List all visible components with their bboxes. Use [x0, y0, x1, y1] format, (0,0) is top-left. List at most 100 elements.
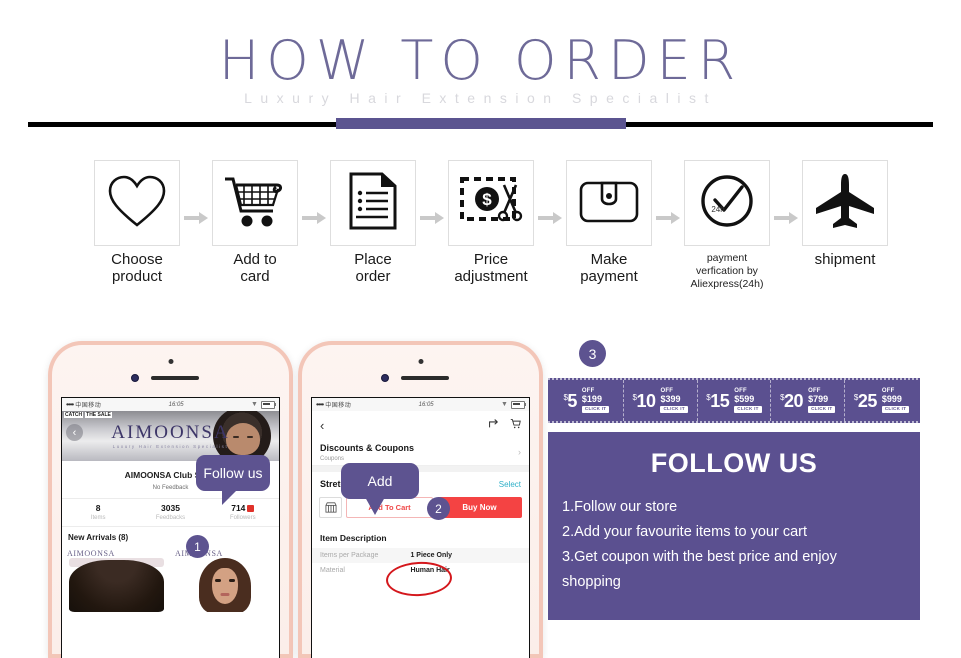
phone-mockup-product: •••• 中国移动 16:05 ▼ ‹ Discounts & Coupons …	[298, 341, 543, 658]
cart-icon[interactable]	[510, 416, 521, 434]
store-brand-name: AIMOONSA	[111, 422, 230, 443]
coupon-click-button[interactable]: CLICK IT	[808, 406, 836, 413]
step-add-to-card: Add to card	[210, 160, 300, 286]
select-link[interactable]: Select	[499, 480, 521, 489]
step-label: Place order	[354, 251, 392, 285]
coupon-strip: $5 OFF $199 CLICK IT $10 OFF $399 CLICK …	[548, 378, 920, 423]
product-card[interactable]: AIMOONSA	[171, 546, 278, 612]
discounts-subtitle: Coupons	[320, 456, 345, 462]
discounts-title: Discounts & Coupons	[320, 443, 414, 453]
stat-value: 8	[95, 503, 101, 513]
chevron-right-icon: ›	[518, 447, 521, 457]
coupon-item[interactable]: $15 OFF $599 CLICK IT	[698, 380, 772, 421]
product-image-hair	[69, 560, 164, 612]
product-grid: AIMOONSA AIMOONSA	[62, 546, 279, 612]
cart-icon	[223, 173, 287, 234]
phone-camera-icon	[130, 374, 139, 382]
phone-speaker-icon	[150, 376, 199, 380]
arrow-icon	[300, 160, 328, 246]
statusbar-left: •••• 中国移动	[316, 400, 351, 409]
price-cut-icon: $	[459, 173, 523, 234]
share-icon[interactable]	[488, 416, 499, 434]
arrow-icon	[182, 160, 210, 246]
coupon-min-spend: $199	[581, 394, 602, 405]
phone-b-statusbar: •••• 中国移动 16:05 ▼	[312, 398, 529, 411]
svg-text:24h: 24h	[711, 205, 724, 214]
phone-sensor-icon	[168, 359, 173, 364]
store-brand-tagline: Luxury Hair Extension Specialist	[112, 444, 229, 449]
step-label: shipment	[814, 251, 876, 268]
order-steps: Choose product Add to card Place order $…	[92, 160, 892, 300]
stat-feedbacks[interactable]: 3035 Feedbacks	[134, 503, 206, 521]
purchase-actions: Add To Cart Buy Now	[312, 493, 529, 526]
coupon-min-spend: $799	[808, 394, 829, 405]
step-price-adjustment: $ Price adjustment	[446, 160, 536, 286]
clock-label: 16:05	[168, 401, 184, 408]
store-banner: CATCH THE SALE ‹ AIMOONSA Luxury Hair Ex…	[62, 411, 279, 461]
phone-b-screen: •••• 中国移动 16:05 ▼ ‹ Discounts & Coupons …	[312, 398, 529, 658]
coupon-amount: $5	[563, 390, 577, 411]
step-place-order: Place order	[328, 160, 418, 286]
step-icon-box	[330, 160, 416, 246]
phone-mockup-store: •••• 中国移动 16:05 ▼ CATCH THE SALE ‹ AIMOO…	[48, 341, 293, 658]
follow-plus-icon[interactable]	[247, 505, 255, 513]
stat-items[interactable]: 8 Items	[62, 503, 134, 521]
step-label: Choose product	[111, 251, 163, 285]
discounts-row[interactable]: Discounts & Coupons Coupons ›	[312, 437, 529, 466]
coupon-item[interactable]: $5 OFF $199 CLICK IT	[550, 380, 624, 421]
coupon-click-button[interactable]: CLICK IT	[734, 406, 762, 413]
coupon-click-button[interactable]: CLICK IT	[660, 406, 688, 413]
arrow-icon	[772, 160, 800, 246]
store-stats: 8 Items 3035 Feedbacks 714 Followers	[62, 498, 279, 527]
follow-us-step: 3.Get coupon with the best price and enj…	[562, 548, 837, 565]
banner-tag-1: CATCH	[64, 412, 84, 418]
carrier-label: 中国移动	[325, 403, 352, 409]
product-watermark: AIMOONSA	[67, 549, 115, 558]
step-icon-box	[212, 160, 298, 246]
banner-tag-2: THE SALE	[85, 412, 112, 418]
coupon-item[interactable]: $20 OFF $799 CLICK IT	[771, 380, 846, 421]
arrow-icon	[418, 160, 446, 246]
new-arrivals-heading: New Arrivals (8)	[68, 533, 129, 542]
coupon-min-spend: $599	[734, 394, 755, 405]
step-icon-box	[94, 160, 180, 246]
stat-value: 714	[207, 503, 279, 513]
step-payment-verification: 24h payment verfication by Aliexpress(24…	[682, 160, 772, 290]
coupon-click-button[interactable]: CLICK IT	[581, 406, 610, 413]
coupon-amount: $25	[853, 390, 877, 411]
navbar-actions	[488, 416, 521, 434]
store-icon[interactable]	[319, 497, 342, 518]
banner-model-face	[226, 423, 260, 455]
product-card[interactable]: AIMOONSA	[63, 546, 170, 612]
step-label: Make payment	[580, 251, 638, 285]
spec-row: Material Human Hair	[312, 563, 529, 578]
follow-us-step: shopping	[562, 573, 621, 590]
coupon-details: OFF $399 CLICK IT	[660, 388, 688, 413]
coupon-click-button[interactable]: CLICK IT	[881, 406, 910, 413]
step-label: payment verfication by Aliexpress(24h)	[690, 252, 764, 290]
step-label: Add to card	[233, 251, 277, 285]
coupon-dash-bottom	[548, 421, 920, 423]
spec-key: Material	[320, 567, 345, 574]
back-button[interactable]: ‹	[66, 424, 83, 441]
step-label: Price adjustment	[454, 251, 528, 285]
coupon-details: OFF $999 CLICK IT	[881, 388, 910, 413]
step-badge-2: 2	[427, 497, 450, 520]
stat-label: Items	[90, 515, 106, 521]
product-navbar: ‹	[312, 411, 529, 437]
stat-label: Followers	[229, 515, 256, 521]
phone-a-screen: •••• 中国移动 16:05 ▼ CATCH THE SALE ‹ AIMOO…	[62, 398, 279, 658]
follow-us-step: 1.Follow our store	[562, 499, 678, 515]
battery-icon	[510, 400, 526, 409]
coupon-item[interactable]: $25 OFF $999 CLICK IT	[845, 380, 918, 421]
stat-value: 3035	[161, 503, 180, 513]
stat-followers[interactable]: 714 Followers	[207, 503, 279, 521]
coupon-item[interactable]: $10 OFF $399 CLICK IT	[624, 380, 698, 421]
back-icon[interactable]: ‹	[320, 419, 324, 432]
signal-dots-icon: ••••	[66, 400, 74, 409]
airplane-icon	[814, 172, 876, 235]
wifi-icon: ▼	[251, 401, 258, 408]
add-to-cart-button[interactable]: Add To Cart	[346, 497, 433, 518]
phone-a-statusbar: •••• 中国移动 16:05 ▼	[62, 398, 279, 411]
carrier-label: 中国移动	[75, 403, 102, 409]
